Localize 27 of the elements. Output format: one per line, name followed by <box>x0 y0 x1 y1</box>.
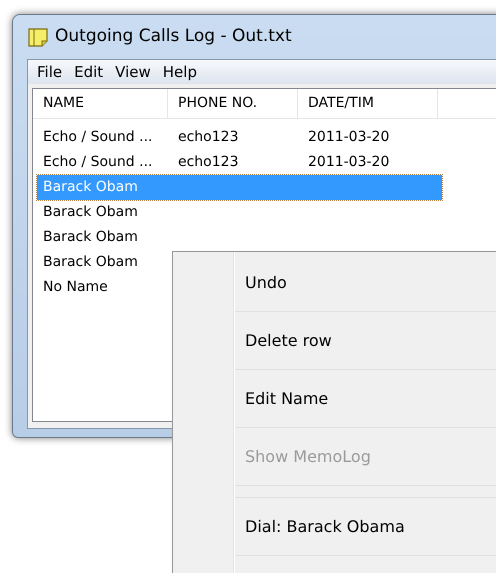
column-header[interactable]: DATE/TIM <box>298 89 438 118</box>
table-cell: 2011-03-20 <box>308 129 390 145</box>
column-header[interactable]: NAME <box>33 89 168 118</box>
menu-item[interactable]: Edit <box>69 60 108 84</box>
context-menu-item[interactable]: Dial: Barack Obama <box>235 498 496 556</box>
table-cell: Barack Obam <box>43 254 138 270</box>
context-menu-item[interactable]: Edit Name <box>235 370 496 428</box>
menu-item[interactable]: View <box>110 60 156 84</box>
table-cell: echo123 <box>178 129 238 145</box>
table-cell: Barack Obam <box>43 229 138 245</box>
table-row[interactable]: Barack Obam <box>37 200 442 225</box>
menu-item[interactable]: File <box>32 60 68 84</box>
column-header[interactable]: PHONE NO. <box>168 89 298 118</box>
notepad-icon <box>27 27 49 47</box>
table-cell: 2011-03-20 <box>308 154 390 170</box>
table-row[interactable]: Barack Obam <box>37 225 442 250</box>
context-menu-item[interactable]: Delete row <box>235 312 496 370</box>
context-menu-item[interactable]: Undo <box>235 254 496 312</box>
table-cell: Echo / Sound ... <box>43 154 152 170</box>
table-cell: Barack Obam <box>43 204 138 220</box>
table-cell: Barack Obam <box>43 179 138 195</box>
table-row[interactable]: Echo / Sound ... echo123 2011-03-20 <box>37 125 442 150</box>
table-row[interactable]: Echo / Sound ... echo123 2011-03-20 <box>37 150 442 175</box>
menu-item[interactable]: Help <box>158 60 202 84</box>
table-cell: echo123 <box>178 154 238 170</box>
window-title: Outgoing Calls Log - Out.txt <box>55 25 292 48</box>
table-cell: Echo / Sound ... <box>43 129 152 145</box>
